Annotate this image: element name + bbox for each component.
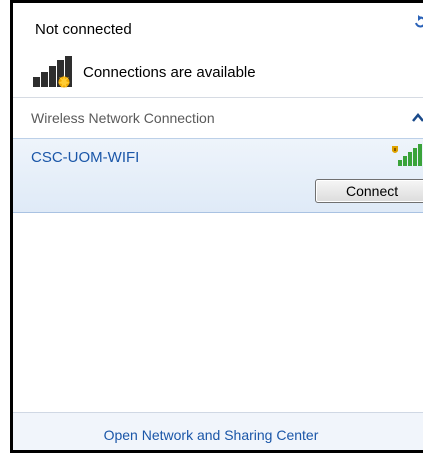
open-network-sharing-center-link[interactable]: Open Network and Sharing Center	[13, 427, 423, 443]
connections-available-row: Connections are available	[31, 55, 256, 89]
network-item[interactable]: CSC-UOM-WIFI Connect	[13, 138, 423, 213]
connection-status-title: Not connected	[35, 21, 132, 38]
network-name: CSC-UOM-WIFI	[31, 149, 140, 166]
footer: Open Network and Sharing Center	[13, 412, 423, 450]
network-bars-warning-icon	[33, 56, 72, 88]
network-list-empty-area	[13, 212, 423, 412]
chevron-up-icon[interactable]	[411, 112, 423, 124]
connections-available-text: Connections are available	[83, 63, 256, 81]
connect-button[interactable]: Connect	[315, 179, 423, 203]
network-flyout: Not connected Connections are available …	[10, 0, 423, 453]
secured-wifi-signal-icon	[392, 144, 422, 166]
connection-status-area: Not connected Connections are available	[13, 3, 423, 97]
wireless-group-label: Wireless Network Connection	[31, 110, 215, 126]
wireless-group-header[interactable]: Wireless Network Connection	[13, 98, 423, 138]
refresh-icon[interactable]	[413, 15, 423, 29]
